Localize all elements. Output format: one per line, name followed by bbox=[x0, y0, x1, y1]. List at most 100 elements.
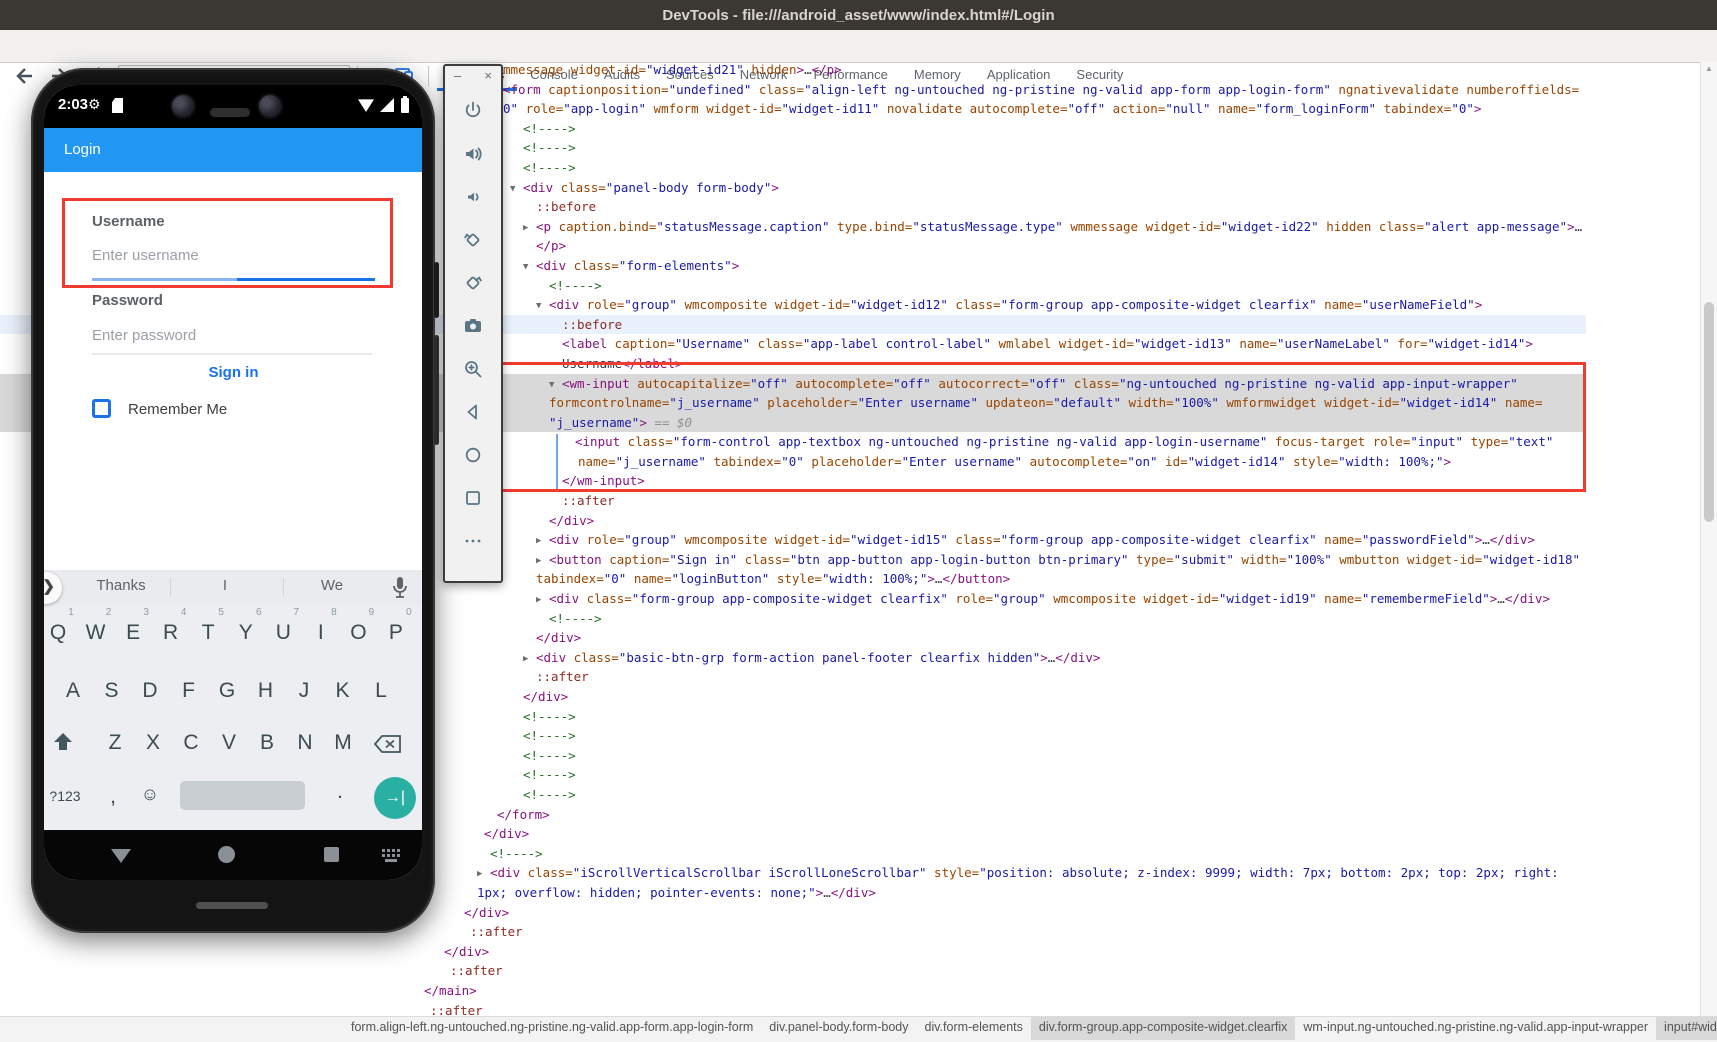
more-icon[interactable] bbox=[462, 530, 484, 552]
password-underline bbox=[92, 353, 372, 355]
breadcrumb-item[interactable]: wm-input.ng-untouched.ng-pristine.ng-val… bbox=[1295, 1017, 1656, 1040]
code-line[interactable]: </main> bbox=[0, 981, 1586, 1001]
comma-key[interactable]: , bbox=[110, 785, 116, 809]
breadcrumb-item[interactable]: div.form-elements bbox=[917, 1017, 1031, 1040]
suggestion-separator bbox=[170, 578, 171, 596]
key-i[interactable]: I bbox=[318, 621, 324, 645]
key-hint-0: 0 bbox=[406, 607, 412, 618]
key-hint-7: 7 bbox=[294, 607, 300, 618]
nav-keyboard-icon[interactable] bbox=[382, 849, 402, 863]
nav-back-icon[interactable] bbox=[111, 849, 131, 863]
enter-key[interactable]: →| bbox=[374, 777, 416, 819]
key-t[interactable]: T bbox=[202, 621, 215, 645]
page-title: Login bbox=[64, 141, 101, 158]
key-c[interactable]: C bbox=[183, 731, 198, 755]
password-label: Password bbox=[92, 292, 163, 309]
backspace-key-icon[interactable] bbox=[374, 735, 402, 753]
screenshot-icon[interactable] bbox=[462, 315, 484, 337]
space-key[interactable] bbox=[180, 781, 305, 810]
mic-icon[interactable] bbox=[390, 575, 410, 601]
volume-down-icon[interactable] bbox=[462, 186, 484, 208]
key-hint-3: 3 bbox=[143, 607, 149, 618]
breadcrumb-item[interactable]: div.panel-body.form-body bbox=[761, 1017, 916, 1040]
front-camera-icon bbox=[170, 93, 196, 119]
key-q[interactable]: Q bbox=[50, 621, 66, 645]
emulator-toolbar-window: – × bbox=[443, 64, 503, 583]
nav-home-icon[interactable] bbox=[218, 846, 235, 863]
key-hint-6: 6 bbox=[256, 607, 262, 618]
key-b[interactable]: B bbox=[260, 731, 274, 755]
key-z[interactable]: Z bbox=[109, 731, 122, 755]
key-o[interactable]: O bbox=[350, 621, 366, 645]
overview-icon[interactable] bbox=[462, 487, 484, 509]
key-hint-5: 5 bbox=[218, 607, 224, 618]
zoom-icon[interactable] bbox=[462, 358, 484, 380]
key-d[interactable]: D bbox=[142, 679, 157, 703]
power-icon[interactable] bbox=[462, 100, 484, 122]
breadcrumb-item[interactable]: input#widget-id14.form-control.app-textb… bbox=[1656, 1017, 1717, 1040]
symbols-key[interactable]: ?123 bbox=[49, 788, 80, 804]
key-u[interactable]: U bbox=[276, 621, 291, 645]
rotate-left-icon[interactable] bbox=[462, 229, 484, 251]
signal-icon bbox=[380, 98, 394, 112]
close-icon[interactable]: × bbox=[484, 68, 492, 83]
phone-screen: 2:03 ⚙ Login Username Enter username Pas… bbox=[44, 85, 422, 880]
rotate-right-icon[interactable] bbox=[462, 272, 484, 294]
emoji-key-icon[interactable]: ☺ bbox=[141, 784, 159, 805]
sd-card-icon bbox=[112, 98, 123, 113]
password-input[interactable]: Enter password bbox=[92, 327, 196, 344]
volume-up-icon[interactable] bbox=[462, 143, 484, 165]
key-s[interactable]: S bbox=[104, 679, 118, 703]
breadcrumb: form.align-left.ng-untouched.ng-pristine… bbox=[0, 1016, 1717, 1042]
earpiece-speaker bbox=[210, 108, 250, 117]
key-y[interactable]: Y bbox=[239, 621, 253, 645]
period-key[interactable]: . bbox=[337, 780, 343, 804]
gear-icon: ⚙ bbox=[88, 96, 101, 113]
scrollbar-thumb[interactable] bbox=[1704, 302, 1714, 522]
sign-in-button[interactable]: Sign in bbox=[92, 364, 375, 381]
elements-scrollbar[interactable]: ▲ bbox=[1700, 62, 1717, 1016]
key-hint-2: 2 bbox=[106, 607, 112, 618]
status-time: 2:03 bbox=[58, 96, 88, 113]
breadcrumb-item[interactable]: div.form-group.app-composite-widget.clea… bbox=[1031, 1017, 1295, 1040]
key-x[interactable]: X bbox=[146, 731, 160, 755]
code-line[interactable]: ::after bbox=[0, 961, 1586, 981]
key-n[interactable]: N bbox=[297, 731, 312, 755]
remember-me-checkbox[interactable] bbox=[92, 399, 111, 418]
key-p[interactable]: P bbox=[389, 621, 403, 645]
phone-chin-slot bbox=[196, 902, 268, 909]
key-w[interactable]: W bbox=[86, 621, 106, 645]
browser-toolbar: file:///android_asset/www/index.h Elemen… bbox=[0, 30, 1717, 63]
key-v[interactable]: V bbox=[222, 731, 236, 755]
suggestion[interactable]: Thanks bbox=[96, 577, 145, 594]
nav-overview-icon[interactable] bbox=[324, 847, 339, 862]
key-h[interactable]: H bbox=[258, 679, 273, 703]
key-m[interactable]: M bbox=[334, 731, 352, 755]
suggestion-separator bbox=[283, 578, 284, 596]
minimize-icon[interactable]: – bbox=[454, 68, 461, 83]
emulator-toolbar-icons bbox=[445, 88, 501, 552]
volume-button bbox=[434, 262, 439, 318]
wifi-icon bbox=[358, 98, 374, 112]
key-l[interactable]: L bbox=[375, 679, 387, 703]
battery-icon bbox=[401, 98, 409, 113]
key-g[interactable]: G bbox=[219, 679, 235, 703]
code-line[interactable]: </div> bbox=[0, 942, 1586, 962]
key-a[interactable]: A bbox=[66, 679, 80, 703]
breadcrumb-item[interactable]: form.align-left.ng-untouched.ng-pristine… bbox=[343, 1017, 761, 1040]
scroll-up-arrow[interactable]: ▲ bbox=[1701, 64, 1717, 73]
key-k[interactable]: K bbox=[335, 679, 349, 703]
shift-key-icon[interactable] bbox=[51, 731, 75, 753]
power-button bbox=[434, 335, 439, 445]
key-j[interactable]: J bbox=[299, 679, 310, 703]
key-f[interactable]: F bbox=[182, 679, 195, 703]
key-hint-8: 8 bbox=[331, 607, 337, 618]
front-camera-icon bbox=[257, 93, 283, 119]
suggestion[interactable]: I bbox=[223, 577, 227, 594]
home-icon[interactable] bbox=[462, 444, 484, 466]
key-e[interactable]: E bbox=[126, 621, 140, 645]
suggestion[interactable]: We bbox=[321, 577, 343, 594]
back-icon[interactable] bbox=[462, 401, 484, 423]
key-hint-9: 9 bbox=[369, 607, 375, 618]
key-r[interactable]: R bbox=[163, 621, 178, 645]
